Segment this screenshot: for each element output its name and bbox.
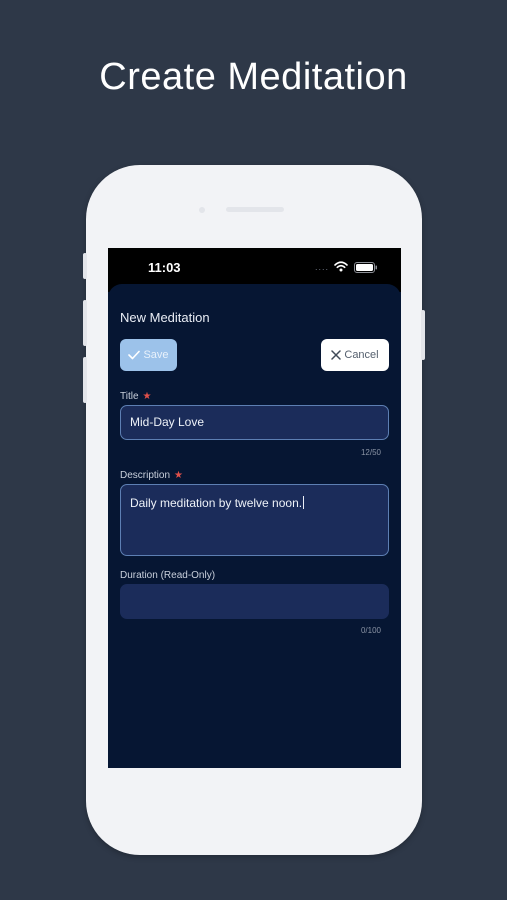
- wifi-icon: [334, 261, 348, 272]
- save-button[interactable]: Save: [120, 339, 177, 371]
- text-cursor: [303, 496, 305, 509]
- title-char-counter: 12/50: [360, 448, 381, 457]
- home-area: [220, 778, 288, 812]
- signal-dots: ....: [315, 262, 330, 272]
- title-input[interactable]: Mid-Day Love: [120, 405, 389, 440]
- duration-char-counter: 0/100: [360, 626, 381, 635]
- description-label: Description ★: [120, 470, 183, 481]
- description-textarea[interactable]: Daily meditation by twelve noon.: [120, 484, 389, 556]
- required-star-icon: ★: [174, 470, 183, 481]
- title-label: Title ★: [120, 391, 152, 402]
- phone-power-button: [421, 310, 425, 360]
- status-time: 11:03: [148, 260, 181, 275]
- page-headline: Create Meditation: [99, 56, 408, 98]
- description-label-text: Description: [120, 470, 171, 481]
- required-star-icon: ★: [142, 391, 152, 402]
- cancel-button[interactable]: Cancel: [321, 339, 389, 371]
- checkmark-icon: [128, 350, 141, 360]
- phone-volume-down: [83, 357, 87, 403]
- title-label-text: Title: [120, 391, 139, 402]
- title-input-value: Mid-Day Love: [130, 415, 205, 429]
- close-icon: [331, 350, 342, 360]
- duration-input: [120, 584, 389, 619]
- save-button-label: Save: [143, 349, 169, 361]
- battery-icon: [354, 262, 377, 273]
- duration-label: Duration (Read-Only): [120, 570, 216, 581]
- phone-screen: 11:03 .... New Meditation Save Cancel Ti…: [108, 248, 401, 768]
- earpiece-speaker: [226, 207, 284, 212]
- phone-side-button: [83, 253, 87, 279]
- sheet-title: New Meditation: [120, 310, 210, 325]
- front-camera: [199, 207, 205, 213]
- form-sheet: New Meditation Save Cancel Title ★ Mid-Da…: [108, 284, 401, 768]
- cancel-button-label: Cancel: [344, 349, 379, 361]
- phone-volume-up: [83, 300, 87, 346]
- description-input-value: Daily meditation by twelve noon.: [130, 496, 303, 510]
